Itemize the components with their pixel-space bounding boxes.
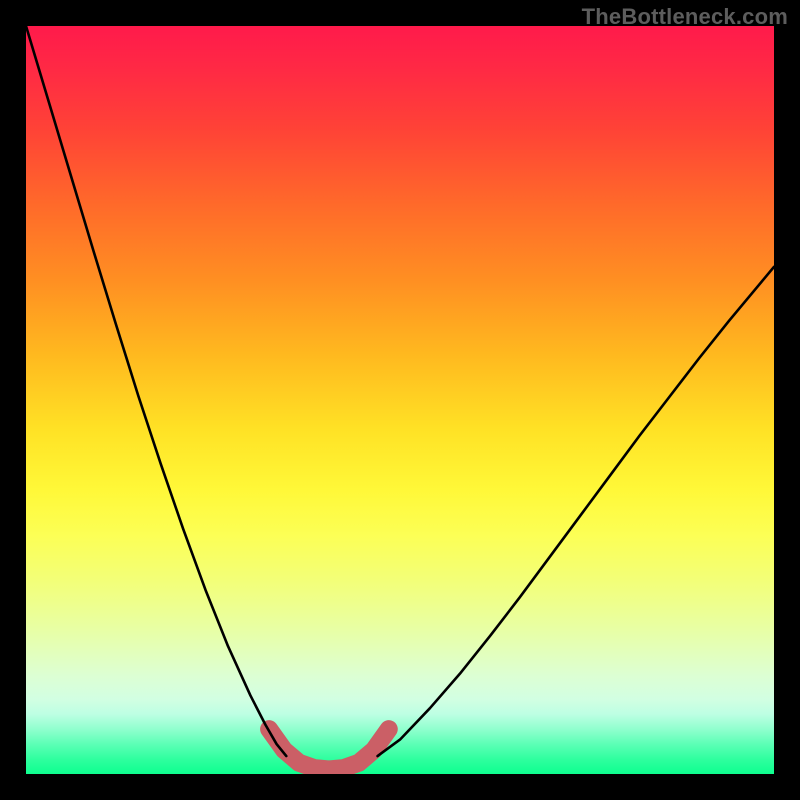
chart-frame: TheBottleneck.com [0,0,800,800]
curve-layer [26,26,774,774]
right-branch-curve [378,267,774,756]
left-branch-curve [26,26,286,756]
plot-area [26,26,774,774]
valley-highlight [269,729,389,769]
watermark-text: TheBottleneck.com [582,4,788,30]
